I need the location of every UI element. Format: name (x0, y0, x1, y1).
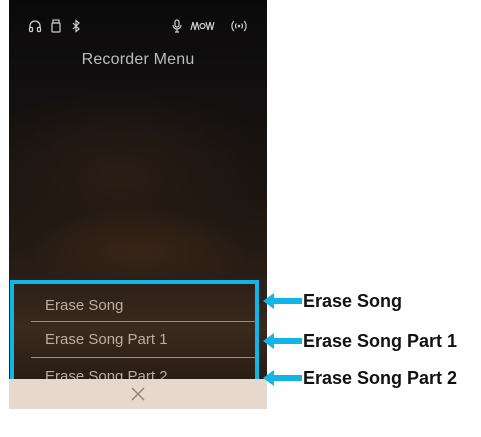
menu-item-erase-song-part-1[interactable]: Erase Song Part 1 (31, 323, 255, 357)
screen-title: Recorder Menu (81, 51, 195, 68)
usb-icon (51, 19, 61, 33)
menu-divider (31, 357, 255, 358)
arrow-left-icon (263, 370, 302, 386)
status-bar (9, 0, 267, 38)
menu-divider (31, 321, 255, 322)
microphone-icon (172, 19, 182, 33)
piano-display-screen: Recorder Menu (9, 0, 267, 278)
bluetooth-icon (72, 19, 80, 33)
close-button[interactable] (9, 379, 267, 409)
close-icon[interactable] (130, 386, 146, 402)
callout-label: Erase Song (303, 291, 403, 311)
arrow-left-icon (263, 293, 302, 309)
wave-icon (190, 21, 215, 31)
callout-label: Erase Song Part 2 (303, 368, 458, 388)
headphones-icon (28, 20, 42, 33)
menu-item-erase-song[interactable]: Erase Song (31, 289, 255, 323)
callout-label: Erase Song Part 1 (303, 331, 458, 351)
arrow-left-icon (263, 333, 302, 349)
wireless-icon (231, 20, 247, 32)
